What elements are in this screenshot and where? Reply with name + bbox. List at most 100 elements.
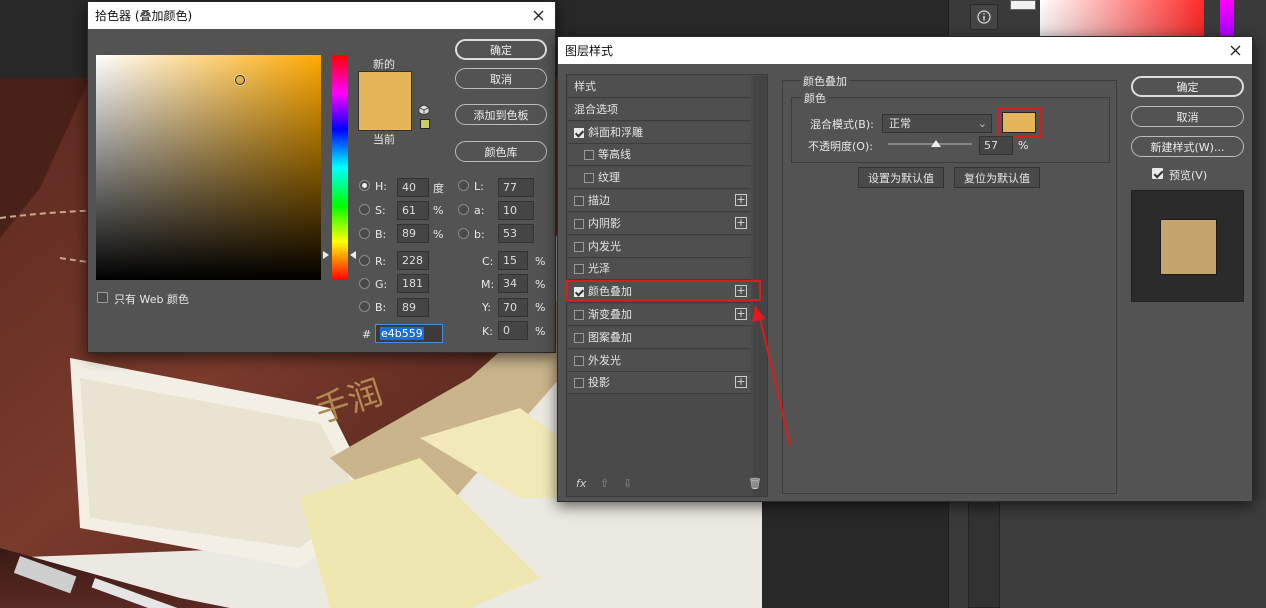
green-label: G: — [375, 278, 388, 291]
color-panel-spectrum[interactable] — [1040, 0, 1204, 36]
color-panel-hue-strip[interactable] — [1220, 0, 1234, 36]
add-effect-plus-icon[interactable]: + — [735, 216, 747, 229]
green-input[interactable]: 181 — [397, 274, 429, 293]
lab-a-input[interactable]: 10 — [498, 201, 534, 220]
lab-l-radio[interactable] — [458, 180, 469, 191]
style-row-checkbox[interactable] — [574, 218, 584, 229]
hue-input[interactable]: 40 — [397, 178, 429, 197]
yellow-input[interactable]: 70 — [498, 298, 528, 317]
saturation-radio[interactable] — [359, 204, 370, 215]
web-colors-only-checkbox[interactable] — [97, 292, 108, 303]
style-row[interactable]: 样式 — [568, 76, 751, 98]
color-libraries-button[interactable]: 颜色库 — [455, 141, 547, 162]
style-row-checkbox[interactable] — [574, 127, 584, 138]
style-row-label: 描边 — [588, 194, 610, 207]
black-unit: % — [535, 325, 546, 338]
brightness-label: B: — [375, 228, 387, 241]
red-input[interactable]: 228 — [397, 251, 429, 270]
picker-ok-button[interactable]: 确定 — [455, 39, 547, 60]
picker-cancel-button[interactable]: 取消 — [455, 68, 547, 89]
color-group: 颜色 混合模式(B): 正常 ⌄ 不透明度(O): 57 % — [791, 90, 1110, 163]
green-radio[interactable] — [359, 278, 370, 289]
opacity-slider[interactable] — [888, 140, 972, 147]
brightness-unit: % — [433, 228, 444, 241]
dock-toolbar-strip — [968, 500, 1000, 608]
reset-default-button[interactable]: 复位为默认值 — [954, 167, 1040, 188]
blend-mode-value: 正常 — [889, 117, 911, 130]
hue-slider-arrow-left[interactable] — [323, 251, 329, 259]
new-style-button[interactable]: 新建样式(W)... — [1131, 136, 1244, 157]
saturation-input[interactable]: 61 — [397, 201, 429, 220]
style-row-checkbox[interactable] — [574, 332, 584, 343]
lab-a-radio[interactable] — [458, 204, 469, 215]
brightness-input[interactable]: 89 — [397, 224, 429, 243]
style-row[interactable]: 图案叠加 — [568, 326, 751, 349]
color-field-cursor[interactable] — [235, 75, 245, 85]
style-row-checkbox[interactable] — [584, 173, 594, 184]
style-row[interactable]: 光泽 — [568, 258, 751, 281]
overlay-color-swatch[interactable] — [1002, 112, 1036, 133]
style-row-checkbox[interactable] — [574, 355, 584, 366]
web-safe-color-swatch[interactable] — [420, 119, 430, 129]
hue-slider-arrow-right[interactable] — [350, 251, 356, 259]
red-radio[interactable] — [359, 255, 370, 266]
style-row[interactable]: 描边 + — [568, 190, 751, 212]
current-color-swatch[interactable] — [358, 101, 412, 131]
add-to-swatches-button[interactable]: 添加到色板 — [455, 104, 547, 125]
style-row[interactable]: 等高线 — [568, 144, 751, 167]
color-picker-close-button[interactable] — [529, 6, 547, 24]
layer-style-titlebar[interactable]: 图层样式 — [558, 37, 1252, 64]
chevron-down-icon: ⌄ — [977, 117, 987, 130]
set-default-button[interactable]: 设置为默认值 — [858, 167, 944, 188]
brightness-radio[interactable] — [359, 228, 370, 239]
style-row[interactable]: 投影 + — [568, 372, 751, 395]
delete-effect-button[interactable]: 🗑 — [748, 477, 762, 490]
add-effect-plus-icon[interactable]: + — [735, 194, 747, 206]
fx-button[interactable]: fx — [576, 477, 586, 490]
style-row[interactable]: 混合选项 — [568, 98, 751, 121]
saturation-label: S: — [375, 204, 386, 217]
style-row[interactable]: 渐变叠加 + — [568, 304, 751, 326]
hue-slider[interactable] — [332, 55, 348, 280]
move-up-button[interactable]: ⇧ — [600, 477, 609, 490]
hex-input[interactable]: e4b559 — [375, 324, 443, 343]
add-effect-plus-icon[interactable]: + — [735, 308, 747, 320]
cyan-input[interactable]: 15 — [498, 251, 528, 270]
style-row-checkbox[interactable] — [584, 150, 594, 161]
blue-radio[interactable] — [359, 301, 370, 312]
blend-mode-select[interactable]: 正常 ⌄ — [882, 114, 992, 133]
color-group-title: 颜色 — [802, 90, 828, 106]
lab-b-input[interactable]: 53 — [498, 224, 534, 243]
style-row[interactable]: 纹理 — [568, 167, 751, 190]
opacity-slider-thumb[interactable] — [930, 140, 941, 147]
layer-style-ok-button[interactable]: 确定 — [1131, 76, 1244, 97]
style-row[interactable]: 外发光 — [568, 349, 751, 372]
yellow-unit: % — [535, 301, 546, 314]
lab-l-label: L: — [474, 180, 484, 193]
lab-l-input[interactable]: 77 — [498, 178, 534, 197]
style-row-checkbox[interactable] — [574, 310, 584, 320]
style-row[interactable]: 内发光 — [568, 235, 751, 258]
blue-input[interactable]: 89 — [397, 298, 429, 317]
foreground-background-swatch[interactable] — [1010, 0, 1036, 10]
layer-style-close-button[interactable] — [1226, 41, 1244, 59]
preview-checkbox[interactable] — [1152, 168, 1163, 179]
magenta-input[interactable]: 34 — [498, 274, 528, 293]
info-panel-button[interactable] — [970, 4, 998, 30]
style-row-checkbox[interactable] — [574, 378, 584, 389]
style-row[interactable]: 斜面和浮雕 — [568, 121, 751, 144]
add-effect-plus-icon[interactable]: + — [735, 376, 747, 389]
move-down-button[interactable]: ⇩ — [623, 477, 632, 490]
color-picker-titlebar[interactable]: 拾色器 (叠加颜色) — [88, 2, 555, 29]
style-row-checkbox[interactable] — [574, 264, 584, 275]
saturation-brightness-field[interactable] — [96, 55, 321, 280]
hue-radio[interactable] — [359, 180, 370, 191]
opacity-input[interactable]: 57 — [979, 136, 1013, 155]
out-of-gamut-cube-icon[interactable] — [418, 104, 430, 116]
lab-b-radio[interactable] — [458, 228, 469, 239]
black-input[interactable]: 0 — [498, 321, 528, 340]
style-row-checkbox[interactable] — [574, 196, 584, 206]
style-row[interactable]: 内阴影 + — [568, 212, 751, 235]
layer-style-cancel-button[interactable]: 取消 — [1131, 106, 1244, 127]
style-row-checkbox[interactable] — [574, 241, 584, 252]
